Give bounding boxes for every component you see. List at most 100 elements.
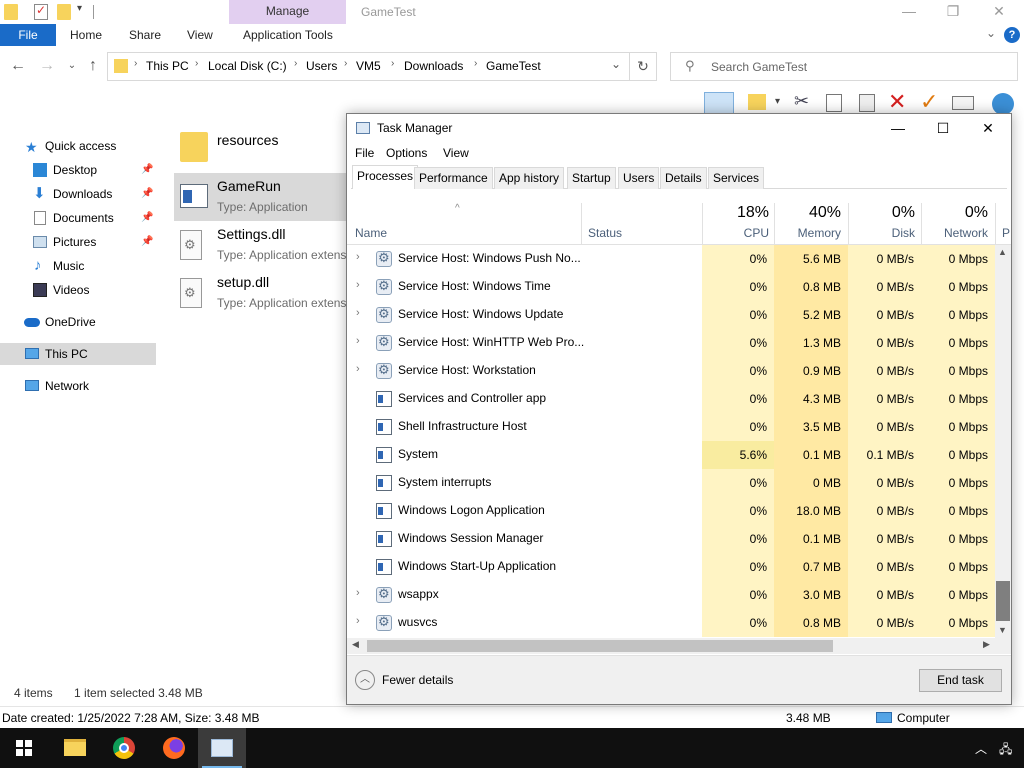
scroll-down-icon[interactable]: ▼	[998, 625, 1007, 635]
horizontal-scrollbar[interactable]: ◀ ▶	[347, 638, 1011, 654]
file-item-settings-dll[interactable]: ⚙ Settings.dll Type: Application extens	[174, 222, 349, 268]
column-memory[interactable]: Memory	[774, 226, 841, 240]
minimize-button[interactable]: —	[875, 114, 921, 142]
tab-details[interactable]: Details	[660, 167, 707, 189]
column-divider[interactable]	[995, 203, 996, 245]
nav-item-music[interactable]: ♪ Music	[0, 255, 156, 277]
process-row[interactable]: › Service Host: Windows Push No... 0%5.6 M…	[347, 245, 995, 273]
nav-item-this-pc[interactable]: This PC	[0, 343, 156, 365]
scroll-left-icon[interactable]: ◀	[352, 639, 359, 650]
process-row[interactable]: › wusvcs 0%0.8 MB0 MB/s0 Mbps	[347, 609, 995, 637]
process-row[interactable]: Services and Controller app 0% 4.3 MB 0 MB/…	[347, 385, 995, 413]
tab-processes[interactable]: Processes	[352, 165, 419, 189]
taskbar-chrome[interactable]	[100, 728, 148, 768]
chevron-right-icon[interactable]: ›	[356, 587, 360, 599]
minimize-button[interactable]: —	[886, 0, 932, 24]
file-item-gamerun[interactable]: GameRun Type: Application	[174, 174, 349, 220]
tab-application-tools[interactable]: Application Tools	[243, 24, 333, 46]
chevron-right-icon[interactable]: ›	[391, 58, 394, 69]
address-dropdown-icon[interactable]: ⌄	[611, 57, 621, 71]
process-row[interactable]: Windows Logon Application 0% 18.0 MB 0 MB/s…	[347, 497, 995, 525]
rename-icon[interactable]	[952, 96, 974, 110]
layout-toggle-icon[interactable]	[704, 92, 734, 114]
scrollbar-thumb[interactable]	[367, 640, 833, 652]
open-folder-icon[interactable]	[748, 94, 766, 110]
taskbar-task-manager[interactable]	[198, 728, 246, 768]
pin-icon[interactable]: 📌	[141, 231, 153, 253]
process-row[interactable]: › wsappx 0%3.0 MB0 MB/s0 Mbps	[347, 581, 995, 609]
nav-item-documents[interactable]: Documents 📌	[0, 207, 156, 229]
pin-icon[interactable]: 📌	[141, 183, 153, 205]
scroll-right-icon[interactable]: ▶	[983, 639, 990, 650]
scrollbar-thumb[interactable]	[996, 581, 1010, 621]
checkmark-icon[interactable]: ✓	[920, 89, 938, 115]
vertical-scrollbar[interactable]: ▲ ▼	[995, 245, 1011, 638]
customize-qat-icon[interactable]: ▾	[77, 3, 82, 14]
breadcrumb-item[interactable]: Downloads	[404, 59, 463, 73]
nav-item-desktop[interactable]: Desktop 📌	[0, 159, 156, 181]
folder-icon[interactable]	[4, 4, 18, 20]
menu-options[interactable]: Options	[386, 146, 427, 160]
breadcrumb-item[interactable]: This PC	[146, 59, 189, 73]
cut-icon[interactable]: ✂	[794, 91, 809, 112]
end-task-button[interactable]: End task	[919, 669, 1002, 692]
properties-icon[interactable]	[34, 3, 48, 20]
paste-icon[interactable]	[859, 94, 875, 112]
process-row[interactable]: Windows Start-Up Application 0% 0.7 MB 0 MB…	[347, 553, 995, 581]
breadcrumb-item[interactable]: VM5	[356, 59, 381, 73]
nav-item-onedrive[interactable]: OneDrive	[0, 311, 156, 333]
pin-icon[interactable]: 📌	[141, 159, 153, 181]
manage-contextual-tab[interactable]: Manage	[229, 0, 346, 24]
column-cpu[interactable]: CPU	[702, 226, 769, 240]
tab-performance[interactable]: Performance	[414, 167, 493, 189]
breadcrumb-item[interactable]: Local Disk (C:)	[208, 59, 287, 73]
globe-icon[interactable]	[992, 93, 1014, 115]
column-divider[interactable]	[581, 203, 582, 245]
tab-share[interactable]: Share	[129, 24, 161, 46]
chevron-right-icon[interactable]: ›	[356, 251, 360, 263]
column-name[interactable]: Name	[355, 226, 387, 240]
maximize-button[interactable]: ☐	[920, 114, 966, 142]
taskbar-firefox[interactable]	[150, 728, 198, 768]
start-button[interactable]	[0, 728, 48, 768]
tab-users[interactable]: Users	[618, 167, 660, 189]
column-status[interactable]: Status	[588, 226, 622, 240]
address-bar[interactable]: › This PC › Local Disk (C:) › Users › VM…	[107, 52, 630, 81]
menu-view[interactable]: View	[443, 146, 469, 160]
back-arrow-icon[interactable]: ←	[8, 56, 28, 76]
network-icon[interactable]: 🖧	[999, 740, 1012, 761]
tab-file[interactable]: File	[0, 24, 56, 46]
tab-home[interactable]: Home	[70, 24, 102, 46]
chevron-right-icon[interactable]: ›	[344, 58, 347, 69]
process-row[interactable]: ›Service Host: Windows Update0%5.2 MB0 M…	[347, 301, 995, 329]
search-input[interactable]: ⚲ Search GameTest	[670, 52, 1018, 81]
chevron-right-icon[interactable]: ›	[356, 363, 360, 375]
nav-item-quick-access[interactable]: ★ Quick access	[0, 135, 156, 157]
column-power[interactable]: P	[1002, 226, 1010, 240]
nav-item-network[interactable]: Network	[0, 375, 156, 397]
task-manager-titlebar[interactable]: Task Manager — ☐ ✕	[347, 114, 1011, 142]
process-row[interactable]: System 5.6% 0.1 MB 0.1 MB/s 0 Mbps	[347, 441, 995, 469]
process-row[interactable]: Windows Session Manager 0% 0.1 MB 0 MB/s 0 M…	[347, 525, 995, 553]
breadcrumb-item[interactable]: Users	[306, 59, 337, 73]
chevron-right-icon[interactable]: ›	[356, 279, 360, 291]
process-row[interactable]: › Service Host: WinHTTP Web Pro... 0%1.3 M…	[347, 329, 995, 357]
process-row[interactable]: › Service Host: Workstation 0%0.9 MB0 MB/s…	[347, 357, 995, 385]
nav-item-pictures[interactable]: Pictures 📌	[0, 231, 156, 253]
close-button[interactable]: ✕	[965, 114, 1011, 142]
nav-item-videos[interactable]: Videos	[0, 279, 156, 301]
column-network[interactable]: Network	[921, 226, 988, 240]
menu-file[interactable]: File	[355, 146, 374, 160]
process-row[interactable]: System interrupts 0% 0 MB 0 MB/s 0 Mbps	[347, 469, 995, 497]
dropdown-arrow-icon[interactable]: ▾	[775, 96, 780, 107]
chevron-right-icon[interactable]: ›	[474, 58, 477, 69]
tab-startup[interactable]: Startup	[567, 167, 616, 189]
up-arrow-icon[interactable]: ↑	[83, 56, 103, 76]
close-button[interactable]: ✕	[976, 0, 1022, 24]
breadcrumb-item[interactable]: GameTest	[486, 59, 541, 73]
chevron-right-icon[interactable]: ›	[294, 58, 297, 69]
chevron-up-icon[interactable]: ︿	[355, 670, 375, 690]
column-disk[interactable]: Disk	[848, 226, 915, 240]
scroll-up-icon[interactable]: ▲	[998, 247, 1007, 257]
help-icon[interactable]: ?	[1004, 27, 1020, 43]
